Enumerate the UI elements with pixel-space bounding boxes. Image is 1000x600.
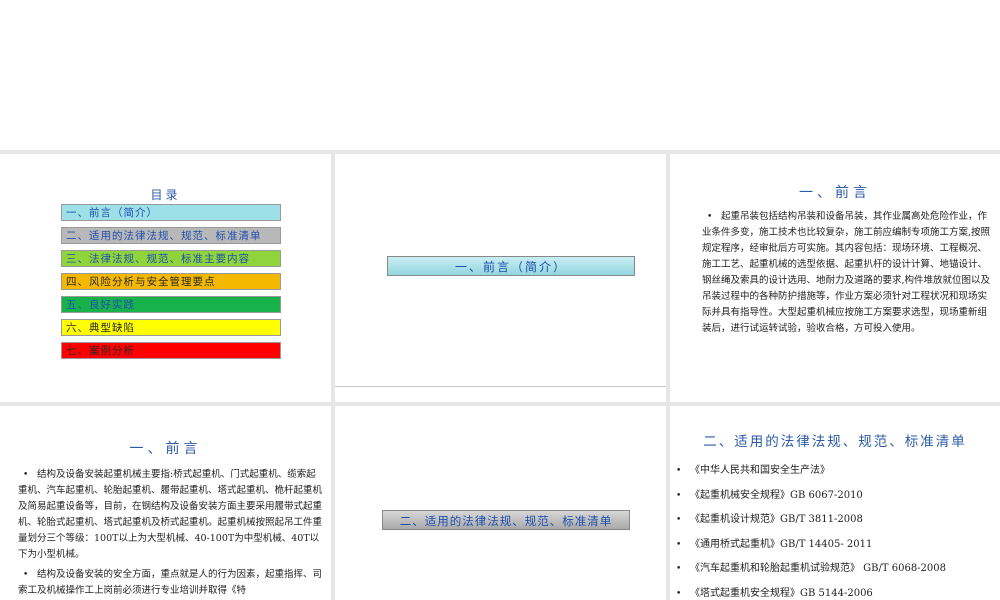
- toc-list: 一、前言（简介） 二、适用的法律法规、规范、标准清单 三、法律法规、规范、标准主…: [61, 204, 281, 365]
- bullet-dot-icon: •: [676, 466, 682, 476]
- blank-header-area: [0, 0, 1000, 150]
- slide-section-regulations[interactable]: 二、适用的法律法规、规范、标准清单: [335, 406, 666, 600]
- toc-item-preface[interactable]: 一、前言（简介）: [61, 204, 281, 221]
- bullet-dot-icon: •: [676, 515, 682, 525]
- bullet-dot-icon: •: [23, 570, 29, 580]
- bullet-item: • 起重吊装包括结构吊装和设备吊装，其作业属高处危险作业，作业条件多变，施工技术也…: [702, 209, 994, 337]
- toc-item-case-analysis[interactable]: 七、案例分析: [61, 342, 281, 359]
- toc-item-good-practice[interactable]: 五、良好实践: [61, 296, 281, 313]
- slide-heading: 一、前言: [799, 185, 871, 201]
- toc-title: 目录: [150, 188, 181, 202]
- slide-preface-text-2[interactable]: 一、前言 • 结构及设备安装起重机械主要指:桥式起重机、门式起重机、缆索起重机、汽…: [0, 406, 331, 600]
- bullet-dot-icon: •: [676, 588, 682, 599]
- bullet-list: • 起重吊装包括结构吊装和设备吊装，其作业属高处危险作业，作业条件多变，施工技术也…: [702, 209, 994, 337]
- bullet-item: • 结构及设备安装的安全方面，重点就是人的行为因素，起重指挥、司索工及机械操作工上…: [18, 567, 323, 599]
- bullet-item: • 结构及设备安装起重机械主要指:桥式起重机、门式起重机、缆索起重机、汽车起重机、…: [18, 467, 323, 563]
- bullet-dot-icon: •: [707, 212, 713, 222]
- regulations-bullet-list: • 《中华人民共和国安全生产法》 • 《起重机械安全规程》GB 6067-2010 …: [676, 463, 995, 600]
- toc-item-regulations-list[interactable]: 二、适用的法律法规、规范、标准清单: [61, 227, 281, 244]
- bullet-dot-icon: •: [676, 490, 682, 501]
- bullet-list: • 结构及设备安装起重机械主要指:桥式起重机、门式起重机、缆索起重机、汽车起重机、…: [18, 467, 323, 600]
- slide-section-preface[interactable]: 一、前言（简介）: [335, 154, 666, 402]
- slide-preface-text-1[interactable]: 一、前言 • 起重吊装包括结构吊装和设备吊装，其作业属高处危险作业，作业条件多变，…: [670, 154, 1000, 402]
- toc-item-typical-defects[interactable]: 六、典型缺陷: [61, 319, 281, 336]
- regulation-item: • 《中华人民共和国安全生产法》: [676, 463, 995, 479]
- regulation-item: • 《汽车起重机和轮胎起重机试验规范》 GB/T 6068-2008: [676, 561, 995, 577]
- section-banner-preface: 一、前言（简介）: [387, 256, 635, 276]
- bullet-dot-icon: •: [676, 564, 682, 574]
- bullet-dot-icon: •: [676, 539, 682, 550]
- toc-item-risk-analysis[interactable]: 四、风险分析与安全管理要点: [61, 273, 281, 290]
- toc-item-regulations-content[interactable]: 三、法律法规、规范、标准主要内容: [61, 250, 281, 267]
- regulation-item: • 《塔式起重机安全规程》GB 5144-2006: [676, 586, 995, 600]
- bullet-dot-icon: •: [23, 470, 29, 480]
- slide-divider: [335, 386, 666, 387]
- slide-regulations-list[interactable]: 二、适用的法律法规、规范、标准清单 • 《中华人民共和国安全生产法》 • 《起重机械…: [670, 406, 1000, 600]
- regulation-item: • 《起重机设计规范》GB/T 3811-2008: [676, 512, 995, 528]
- regulation-item: • 《起重机械安全规程》GB 6067-2010: [676, 488, 995, 504]
- slide-table-of-contents[interactable]: 目录 一、前言（简介） 二、适用的法律法规、规范、标准清单 三、法律法规、规范、…: [0, 154, 331, 402]
- section-banner-regulations: 二、适用的法律法规、规范、标准清单: [382, 510, 630, 530]
- regulation-item: • 《通用桥式起重机》GB/T 14405- 2011: [676, 537, 995, 553]
- slide-heading: 一、前言: [129, 441, 202, 457]
- slide-heading: 二、适用的法律法规、规范、标准清单: [703, 434, 967, 450]
